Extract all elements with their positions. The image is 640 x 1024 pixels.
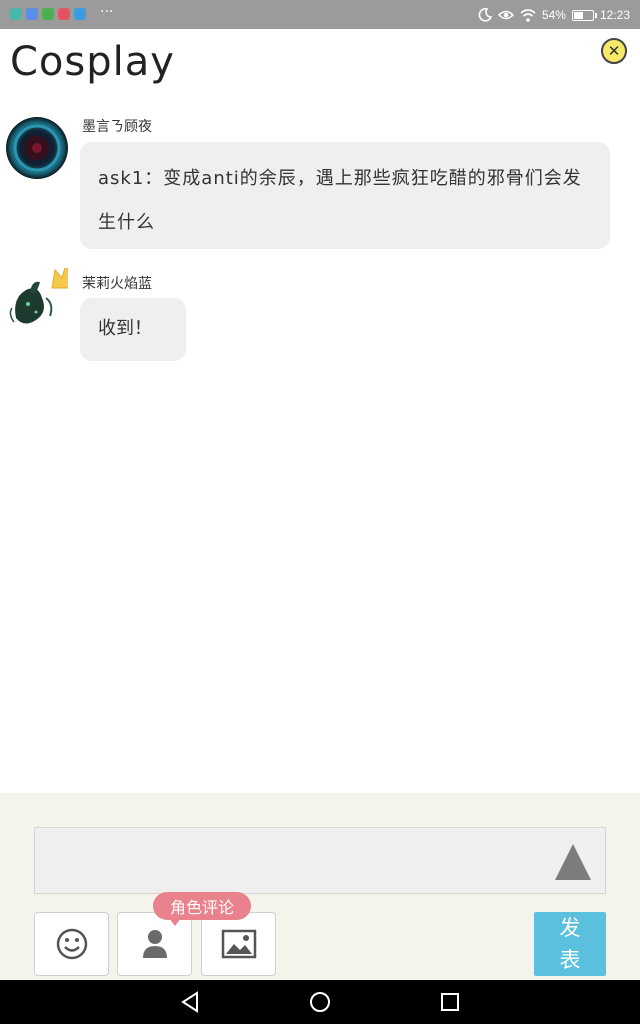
recents-square-icon — [441, 993, 459, 1011]
home-circle-icon — [310, 992, 330, 1012]
more-notifications-icon: ··· — [100, 4, 114, 20]
post-button-label: 发表 — [559, 916, 581, 972]
expand-triangle-icon[interactable] — [555, 844, 591, 880]
avatar[interactable] — [6, 117, 68, 179]
smiley-icon — [56, 928, 87, 960]
role-comment-tag[interactable]: 角色评论 — [153, 892, 251, 926]
comment-input[interactable] — [34, 827, 606, 894]
close-icon: ✕ — [607, 41, 621, 60]
app-icon-2 — [26, 8, 38, 20]
app-icon-1 — [10, 8, 22, 20]
message-text: 收到！ — [98, 318, 152, 339]
message-bubble: 收到！ — [80, 298, 186, 361]
battery-percent: 54% — [541, 8, 566, 22]
emoji-button[interactable] — [34, 912, 109, 976]
eye-icon — [497, 10, 514, 20]
battery-icon — [571, 9, 597, 21]
crown-icon — [51, 268, 68, 289]
status-indicators: 54% 12:23 — [478, 6, 630, 24]
username: 墨言ㄋ顾夜 — [82, 119, 152, 135]
image-button[interactable] — [201, 912, 276, 976]
clock: 12:23 — [599, 8, 630, 22]
compose-panel: 角色评论 发表 — [0, 793, 640, 980]
app-icon-5 — [74, 8, 86, 20]
recents-button[interactable] — [438, 990, 462, 1014]
page-title: Cosplay — [10, 39, 175, 85]
app-icon-3 — [42, 8, 54, 20]
avatar[interactable] — [6, 268, 68, 330]
back-button[interactable] — [178, 990, 202, 1014]
navigation-bar — [0, 980, 640, 1024]
post-button[interactable]: 发表 — [534, 912, 606, 976]
close-button[interactable]: ✕ — [601, 38, 627, 64]
app-icon-4 — [58, 8, 70, 20]
message-bubble: ask1：变成anti的余辰，遇上那些疯狂吃醋的邪骨们会发生什么 — [80, 142, 610, 249]
back-triangle-icon — [181, 991, 198, 1013]
person-icon — [142, 930, 167, 958]
username: 茉莉火焰蓝 — [82, 276, 152, 292]
status-bar: ··· 54% 12:23 — [0, 0, 640, 29]
message-text: ask1：变成anti的余辰，遇上那些疯狂吃醋的邪骨们会发生什么 — [98, 168, 582, 233]
moon-icon — [478, 8, 492, 22]
image-icon — [221, 929, 256, 959]
wifi-icon — [520, 8, 536, 22]
home-button[interactable] — [308, 990, 332, 1014]
